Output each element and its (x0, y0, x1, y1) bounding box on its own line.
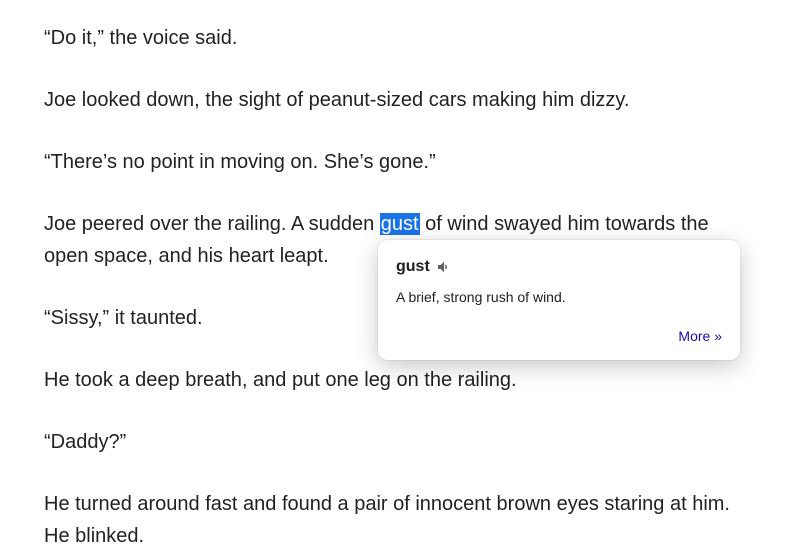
paragraph-8: He turned around fast and found a pair o… (44, 488, 756, 552)
paragraph-4-pre: Joe peered over the railing. A sudden (44, 213, 380, 235)
paragraph-2: Joe looked down, the sight of peanut-siz… (44, 84, 756, 116)
more-link[interactable]: More » (678, 328, 722, 344)
story-page: “Do it,” the voice said. Joe looked down… (0, 0, 800, 552)
paragraph-3: “There’s no point in moving on. She’s go… (44, 146, 756, 178)
popup-more-row: More » (396, 325, 722, 347)
speaker-icon[interactable] (436, 259, 452, 275)
popup-word: gust (396, 254, 430, 280)
highlighted-word[interactable]: gust (380, 213, 420, 235)
popup-definition: A brief, strong rush of wind. (396, 288, 722, 308)
paragraph-1: “Do it,” the voice said. (44, 22, 756, 54)
paragraph-7: “Daddy?” (44, 426, 756, 458)
popup-header: gust (396, 254, 722, 280)
paragraph-6: He took a deep breath, and put one leg o… (44, 364, 756, 396)
dictionary-popup: gust A brief, strong rush of wind. More … (378, 240, 740, 360)
